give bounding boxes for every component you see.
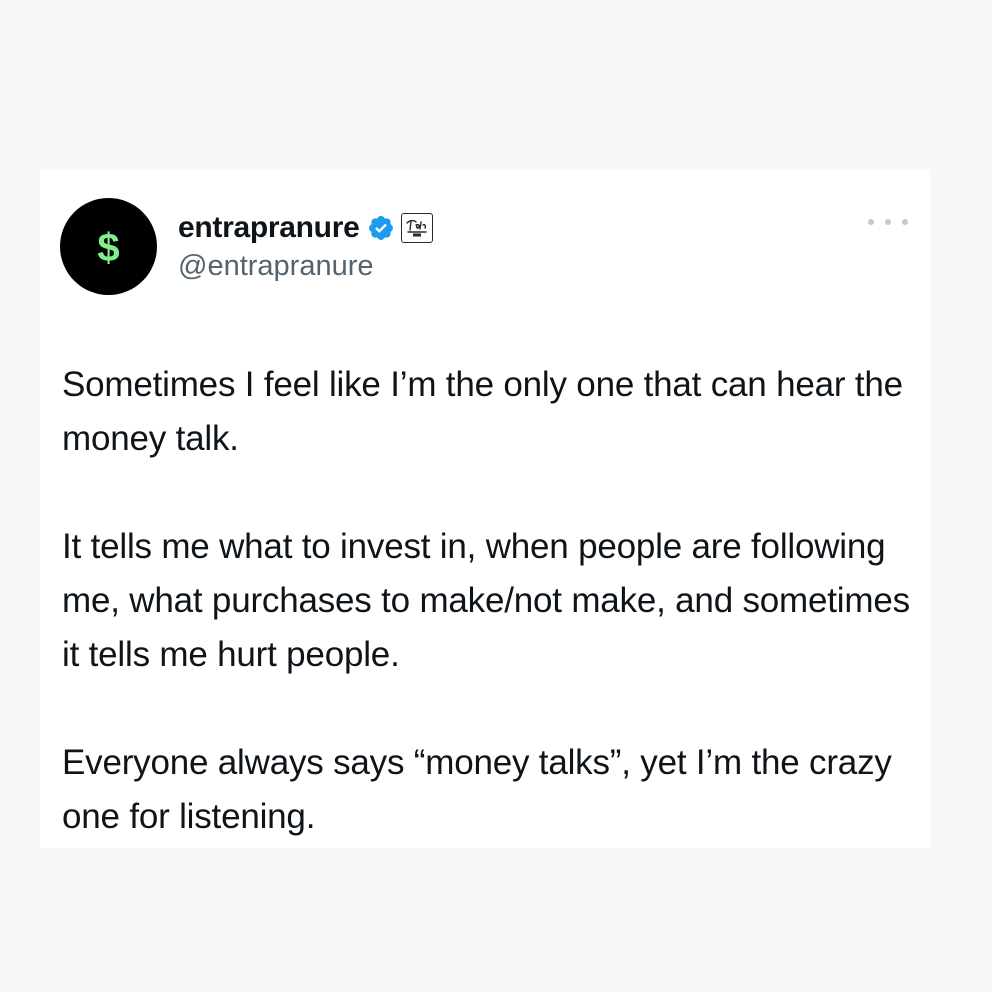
tweet-card: $ entrapranure @entrapranure Sometimes I…: [40, 170, 930, 848]
page: $ entrapranure @entrapranure Sometimes I…: [0, 0, 992, 992]
more-dot: [868, 219, 874, 225]
affiliate-logo-icon[interactable]: [401, 213, 434, 243]
more-dot: [885, 219, 891, 225]
tweet-text: Sometimes I feel like I’m the only one t…: [62, 358, 922, 844]
avatar[interactable]: $: [60, 198, 157, 295]
tweet-paragraph: It tells me what to invest in, when peop…: [62, 527, 910, 674]
author-name-row: entrapranure: [178, 210, 434, 246]
tweet-paragraph: Sometimes I feel like I’m the only one t…: [62, 365, 903, 458]
author-handle[interactable]: @entrapranure: [178, 250, 374, 283]
tweet-paragraph: Everyone always says “money talks”, yet …: [62, 743, 892, 836]
dollar-sign-icon: $: [97, 225, 120, 270]
verified-badge-icon: [367, 214, 395, 242]
more-dot: [902, 219, 908, 225]
author-display-name[interactable]: entrapranure: [178, 211, 360, 245]
more-options-icon[interactable]: [868, 210, 908, 234]
